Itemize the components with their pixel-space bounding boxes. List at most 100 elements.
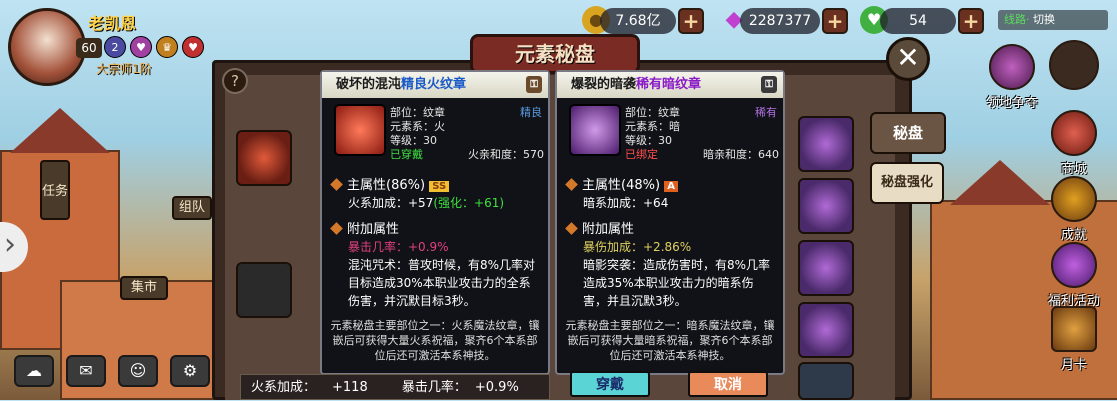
lock-icon[interactable]: ⚿ xyxy=(761,76,777,93)
lock-icon[interactable]: ⚿ xyxy=(526,76,542,93)
key-slot[interactable] xyxy=(236,262,292,318)
grade-badge: SS xyxy=(429,181,450,192)
add-gem-button[interactable]: + xyxy=(822,8,848,34)
monthly-card-button[interactable]: 月卡 xyxy=(1046,306,1102,373)
heart-red-badge-icon[interactable]: ♥ xyxy=(182,36,204,58)
item-card-equipped: 破坏的混沌精良火纹章 ⚿ 部位：纹章 元素系：火 等级：30 已穿戴 精良 火亲… xyxy=(320,70,550,375)
diamond-icon xyxy=(565,222,578,235)
extra-attr-header: 附加属性 xyxy=(565,218,635,237)
help-icon[interactable]: ? xyxy=(222,68,248,94)
item-card-header: 爆裂的暗袭稀有暗纹章 ⚿ xyxy=(557,72,783,98)
player-name: 老凯恩 xyxy=(88,14,137,33)
extra-attr-label: 附加属性 xyxy=(347,222,400,237)
extra-attr-line: 暴伤加成：+2.86% xyxy=(583,240,692,254)
player-rank: 大宗师1阶 xyxy=(96,62,152,76)
skill-text: 暗影突袭：造成伤害时，有8%几率造成35%本职业攻击力的暗系伤害，并且沉默3秒。 xyxy=(583,258,771,308)
coin-value: 7.68亿 xyxy=(600,8,676,34)
main-attr-header: 主属性(86%) SS xyxy=(330,174,450,193)
shop-label: 商城 xyxy=(1060,162,1087,177)
fire-bonus-label: 火系加成： xyxy=(251,380,317,395)
item-quality-type: 精良火纹章 xyxy=(401,77,467,92)
territory-icon xyxy=(989,44,1035,90)
add-energy-button[interactable]: + xyxy=(958,8,984,34)
card-icon xyxy=(1051,306,1097,352)
gem-value: 2287377 xyxy=(740,8,820,34)
achievement-label: 成就 xyxy=(1060,228,1087,243)
chat-icon[interactable]: ☁ xyxy=(14,355,54,387)
close-icon[interactable]: ✕ xyxy=(886,37,930,81)
trophy-icon xyxy=(1051,176,1097,222)
friends-icon[interactable]: ☺ xyxy=(118,355,158,387)
main-attr-boost: (强化：+61) xyxy=(433,196,505,210)
task-tab-label: 任务 xyxy=(42,184,69,199)
line-switch[interactable]: 线路· 切换 xyxy=(998,10,1108,30)
team-tab-label: 组队 xyxy=(178,200,205,215)
crown-badge-icon[interactable]: ♛ xyxy=(156,36,178,58)
item-affinity: 火亲和度：570 xyxy=(468,148,544,161)
bg-roof xyxy=(10,108,110,153)
mail-icon[interactable]: ✉ xyxy=(66,355,106,387)
main-attr-label: 主属性(48%) xyxy=(582,178,661,193)
market-tab-label: 集市 xyxy=(130,280,157,295)
item-quality-type: 稀有暗纹章 xyxy=(636,77,702,92)
diamond-icon xyxy=(565,178,578,191)
main-attr-value: 暗系加成：+64 xyxy=(583,196,669,210)
cancel-button[interactable]: 取消 xyxy=(688,371,768,397)
player-avatar[interactable] xyxy=(8,8,86,86)
market-tab[interactable]: 集市 xyxy=(120,276,168,300)
territory-label: 领地争夺 xyxy=(985,96,1038,111)
item-affinity: 暗亲和度：640 xyxy=(703,148,779,161)
welfare-button[interactable]: 福利活动 xyxy=(1042,242,1106,309)
signal-label: 线路· xyxy=(1004,13,1030,26)
crit-label: 暴击几率： xyxy=(401,380,467,395)
monthly-card-label: 月卡 xyxy=(1060,358,1087,373)
fire-bonus-value: +118 xyxy=(332,380,368,395)
heart-badge-icon[interactable]: ♥ xyxy=(130,36,152,58)
diamond-icon xyxy=(330,222,343,235)
vip-badge-icon[interactable]: 2 xyxy=(104,36,126,58)
menu-toggle-button[interactable] xyxy=(1046,40,1102,92)
extra-attr-label: 附加属性 xyxy=(582,222,635,237)
extra-attr-line: 暴击几率：+0.9% xyxy=(348,240,449,254)
close-menu-icon xyxy=(1049,40,1099,90)
item-name: 破坏的混沌 xyxy=(336,77,402,92)
dark-slot[interactable] xyxy=(798,302,854,358)
fire-slot-equipped[interactable] xyxy=(236,130,292,186)
dark-slot[interactable] xyxy=(798,362,854,400)
territory-button[interactable]: 领地争夺 xyxy=(984,44,1040,111)
diamond-icon xyxy=(330,178,343,191)
settings-icon[interactable]: ⚙ xyxy=(170,355,210,387)
item-description: 元素秘盘主要部位之一：火系魔法纹章，镶嵌后可获得大量火系祝福，聚齐6个本系部位后… xyxy=(330,319,540,362)
item-quality: 精良 xyxy=(520,106,542,119)
dark-slot[interactable] xyxy=(798,116,854,172)
dark-slot[interactable] xyxy=(798,240,854,296)
shop-icon xyxy=(1051,110,1097,156)
gift-icon xyxy=(1051,242,1097,288)
add-coin-button[interactable]: + xyxy=(678,8,704,34)
task-tab[interactable]: 任务 xyxy=(40,160,70,220)
dark-slot[interactable] xyxy=(798,178,854,234)
item-status: 已绑定 xyxy=(625,148,658,161)
item-description: 元素秘盘主要部位之一：暗系魔法纹章，镶嵌后可获得大量暗系祝福，聚齐6个本系部位后… xyxy=(565,319,775,362)
tab-disk[interactable]: 秘盘 xyxy=(870,112,946,154)
item-name: 爆裂的暗袭 xyxy=(571,77,637,92)
skill-text: 混沌咒术：普攻时候，有8%几率对目标造成30%本职业攻击力的全系伤害，并沉默目标… xyxy=(348,258,536,308)
item-status: 已穿戴 xyxy=(390,148,423,161)
item-card-header: 破坏的混沌精良火纹章 ⚿ xyxy=(322,72,548,98)
switch-label: 切换 xyxy=(1033,13,1055,26)
achievement-button[interactable]: 成就 xyxy=(1046,176,1102,243)
team-tab[interactable]: 组队 xyxy=(172,196,212,220)
bg-roof xyxy=(950,160,1050,205)
shop-button[interactable]: 商城 xyxy=(1046,110,1102,177)
main-attr-value: 火系加成：+57(强化：+61) xyxy=(348,194,504,211)
crit-value: +0.9% xyxy=(474,380,519,395)
main-attr-label: 主属性(86%) xyxy=(347,178,426,193)
extra-attr-header: 附加属性 xyxy=(330,218,400,237)
dark-emblem-icon xyxy=(569,104,621,156)
grade-badge: A xyxy=(664,181,678,192)
item-card-compare: 爆裂的暗袭稀有暗纹章 ⚿ 部位：纹章 元素系：暗 等级：30 已绑定 稀有 暗亲… xyxy=(555,70,785,375)
equip-button[interactable]: 穿戴 xyxy=(570,371,650,397)
tab-disk-enhance[interactable]: 秘盘强化 xyxy=(870,162,944,204)
main-attr-header: 主属性(48%) A xyxy=(565,174,678,193)
item-quality: 稀有 xyxy=(755,106,777,119)
